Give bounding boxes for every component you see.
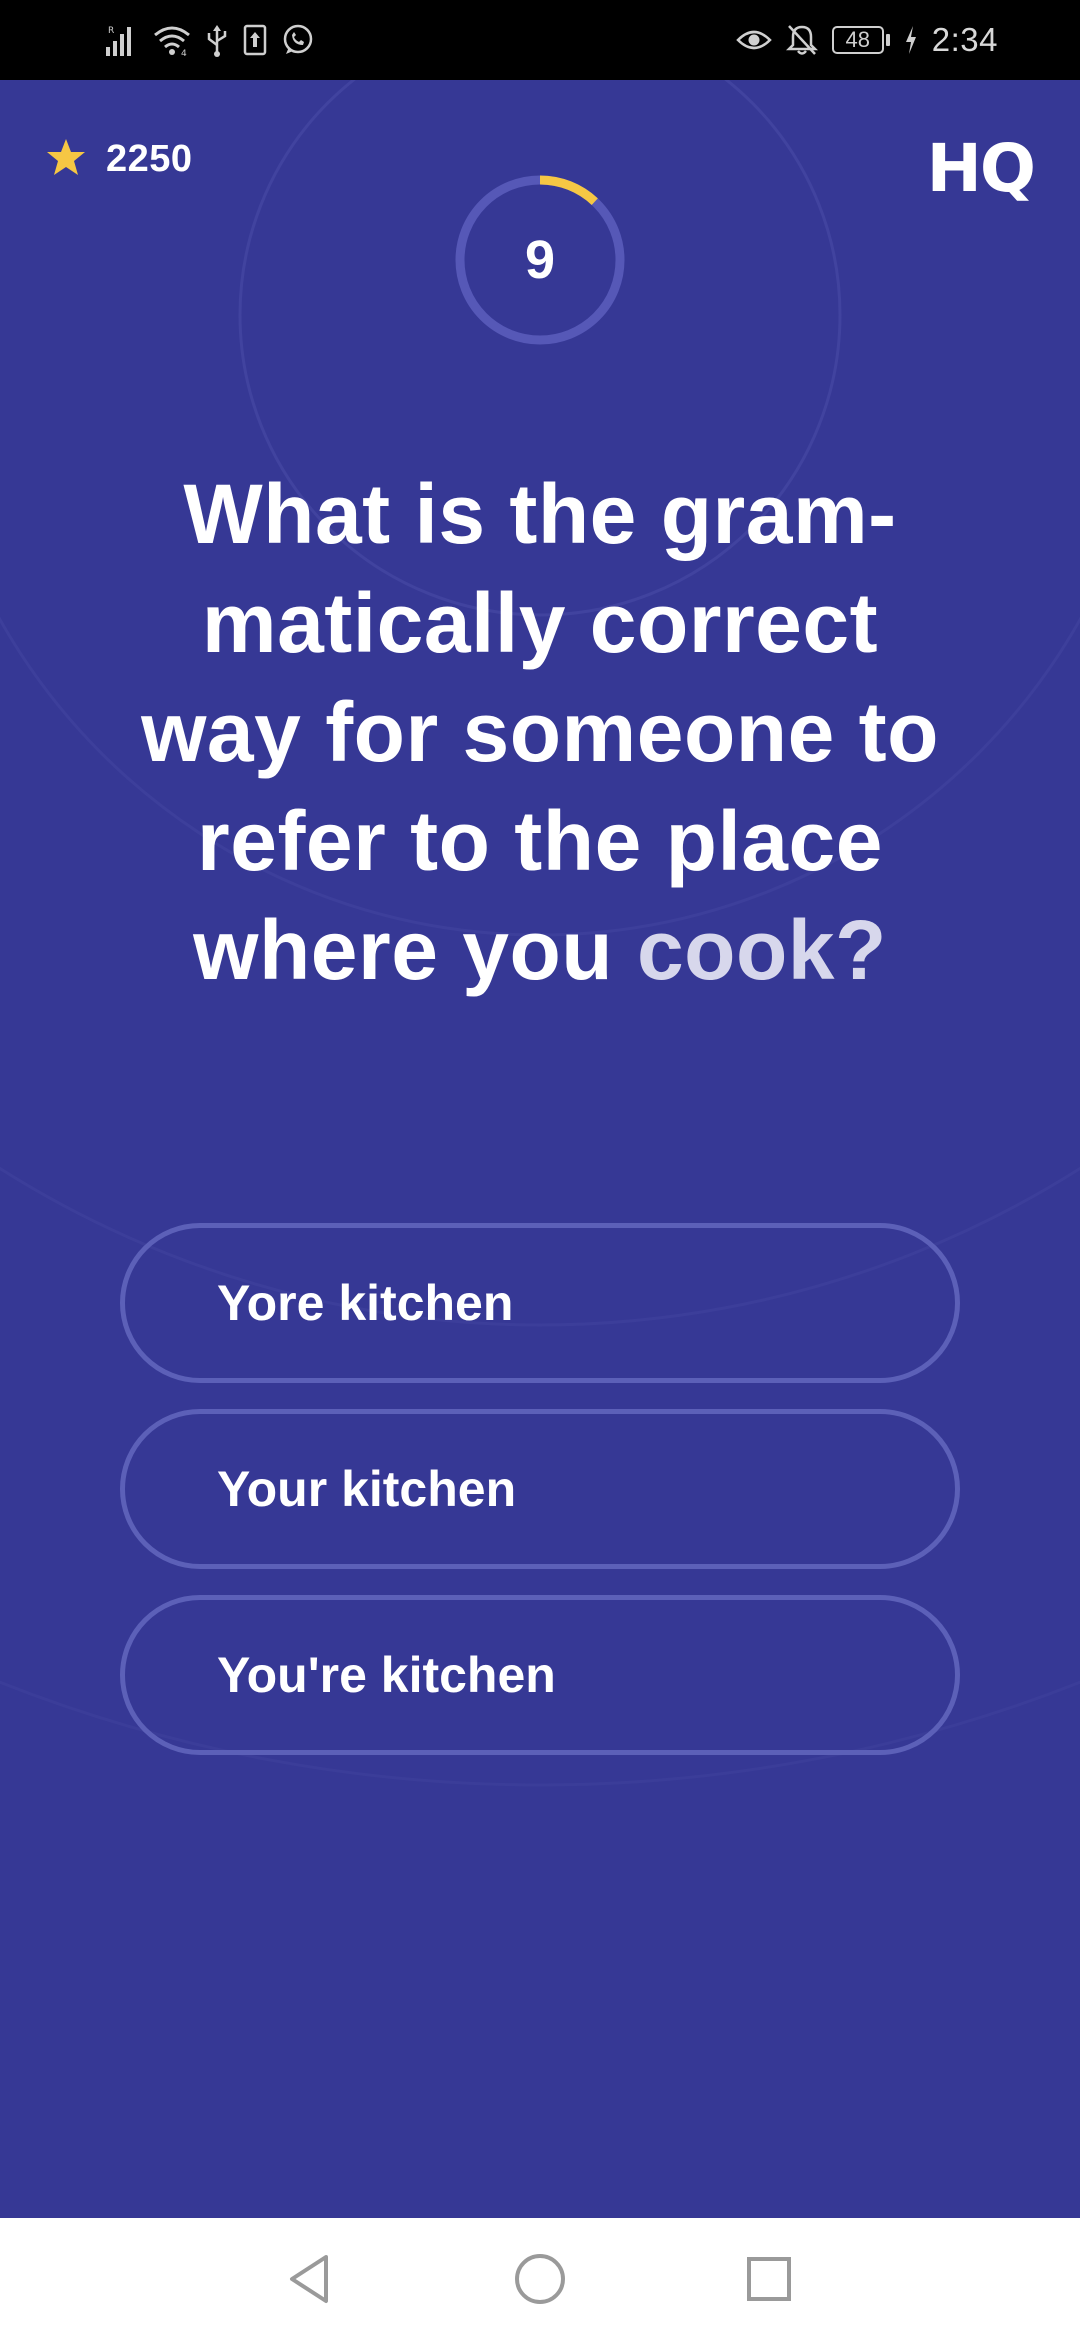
signal-icon: R (105, 18, 139, 62)
roaming-label: R (108, 26, 114, 36)
question-line-part-faded: cook? (636, 903, 887, 997)
wifi-icon: 4 (153, 18, 191, 62)
question-line: refer to the place (197, 794, 883, 888)
battery-level: 48 (831, 26, 884, 54)
home-button[interactable] (510, 2249, 570, 2309)
score-value: 2250 (106, 138, 193, 180)
question-text: What is the gram- matically correct way … (100, 460, 980, 1005)
upload-icon (243, 18, 267, 62)
clock: 2:34 (931, 21, 998, 58)
countdown-timer: 9 (452, 172, 628, 348)
question-line: way for someone to (141, 685, 939, 779)
question-line-part: where you (193, 903, 637, 997)
status-left-icons: R 4 (105, 18, 315, 62)
recents-button[interactable] (739, 2249, 799, 2309)
game-screen: 2250 HQ 9 What is the gram- matically co… (0, 80, 1080, 2218)
answer-option-2[interactable]: Your kitchen (120, 1409, 960, 1569)
back-icon (290, 2255, 328, 2303)
navigation-bar (0, 2218, 1080, 2340)
timer-seconds: 9 (524, 230, 556, 290)
battery-icon: 48 (831, 26, 890, 54)
hq-logo: HQ (926, 130, 1036, 207)
whatsapp-icon (281, 18, 315, 62)
status-right-icons: 48 2:34 (735, 18, 998, 62)
question-line: where you cook? (100, 896, 980, 1005)
home-icon (515, 2254, 565, 2304)
charging-icon (904, 18, 918, 62)
question-line: What is the gram- (183, 467, 897, 561)
score-display: 2250 (46, 138, 193, 181)
usb-icon (205, 18, 229, 62)
background-rings (0, 80, 1080, 1787)
bell-off-icon (785, 18, 818, 62)
question-line: matically correct (201, 576, 879, 670)
eye-icon (735, 18, 772, 62)
status-bar: R 4 48 2:34 (0, 0, 1080, 80)
recents-icon (747, 2257, 791, 2301)
wifi-label: 4 (181, 49, 187, 57)
answer-option-1[interactable]: Yore kitchen (120, 1223, 960, 1383)
star-icon (46, 138, 86, 181)
answer-option-3[interactable]: You're kitchen (120, 1595, 960, 1755)
answer-list: Yore kitchen Your kitchen You're kitchen (120, 1223, 960, 1781)
back-button[interactable] (279, 2249, 339, 2309)
